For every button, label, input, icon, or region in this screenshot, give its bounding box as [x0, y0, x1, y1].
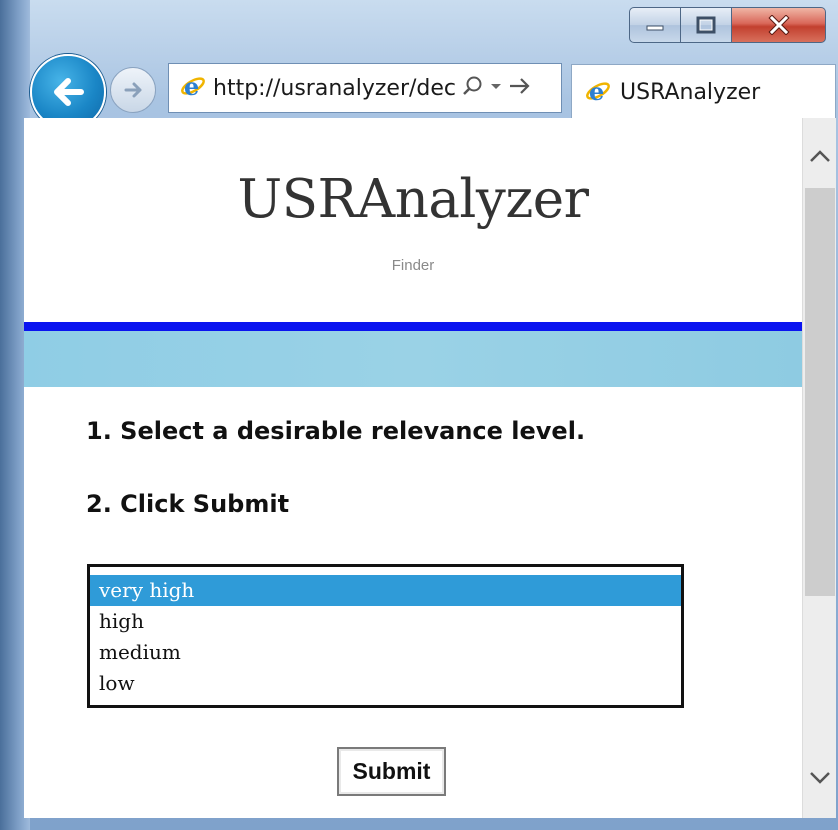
- relevance-level-listbox[interactable]: very high high medium low: [87, 564, 684, 708]
- scrollbar-thumb[interactable]: [805, 188, 835, 596]
- instruction-step-1: 1. Select a desirable relevance level.: [86, 417, 586, 445]
- option-low[interactable]: low: [90, 668, 681, 699]
- tab-usranalyzer[interactable]: e USRAnalyzer: [571, 64, 836, 120]
- window-caption-buttons: [629, 7, 826, 43]
- maximize-icon: [696, 16, 716, 34]
- scroll-down-button[interactable]: [803, 758, 837, 798]
- svg-text:e: e: [589, 77, 604, 106]
- submit-button[interactable]: Submit: [337, 747, 446, 796]
- ie-logo-icon: e: [177, 71, 207, 105]
- page-title: USRAnalyzer: [237, 169, 589, 230]
- header-divider: [24, 322, 802, 331]
- tab-title: USRAnalyzer: [620, 80, 761, 105]
- option-medium[interactable]: medium: [90, 637, 681, 668]
- search-icon[interactable]: [461, 74, 485, 103]
- address-bar[interactable]: e http://usranalyzer/dec: [168, 63, 562, 113]
- arrow-left-icon: [54, 78, 84, 106]
- instruction-step-2: 2. Click Submit: [86, 490, 290, 518]
- close-button[interactable]: [732, 7, 826, 43]
- scroll-up-button[interactable]: [803, 136, 837, 176]
- go-arrow-icon[interactable]: [507, 74, 533, 103]
- header-banner: [24, 331, 802, 387]
- maximize-button[interactable]: [681, 7, 732, 43]
- ie-tab-icon: e: [582, 76, 612, 110]
- arrow-right-icon: [124, 82, 142, 98]
- page-content: USRAnalyzer Finder 1. Select a desirable…: [24, 118, 802, 818]
- chevron-up-icon: [810, 150, 830, 162]
- address-url[interactable]: http://usranalyzer/dec: [213, 76, 457, 101]
- forward-button[interactable]: [110, 67, 156, 113]
- browser-window: e http://usranalyzer/dec e USRAnalyzer U…: [0, 0, 838, 830]
- minimize-icon: [646, 25, 664, 31]
- minimize-button[interactable]: [629, 7, 681, 43]
- page-subtitle: Finder: [391, 257, 435, 274]
- chevron-down-icon: [810, 772, 830, 784]
- vertical-scrollbar[interactable]: [802, 118, 836, 818]
- svg-text:e: e: [184, 72, 199, 101]
- option-high[interactable]: high: [90, 606, 681, 637]
- close-icon: [767, 15, 790, 35]
- dropdown-icon[interactable]: [489, 74, 503, 103]
- option-very-high[interactable]: very high: [90, 575, 681, 606]
